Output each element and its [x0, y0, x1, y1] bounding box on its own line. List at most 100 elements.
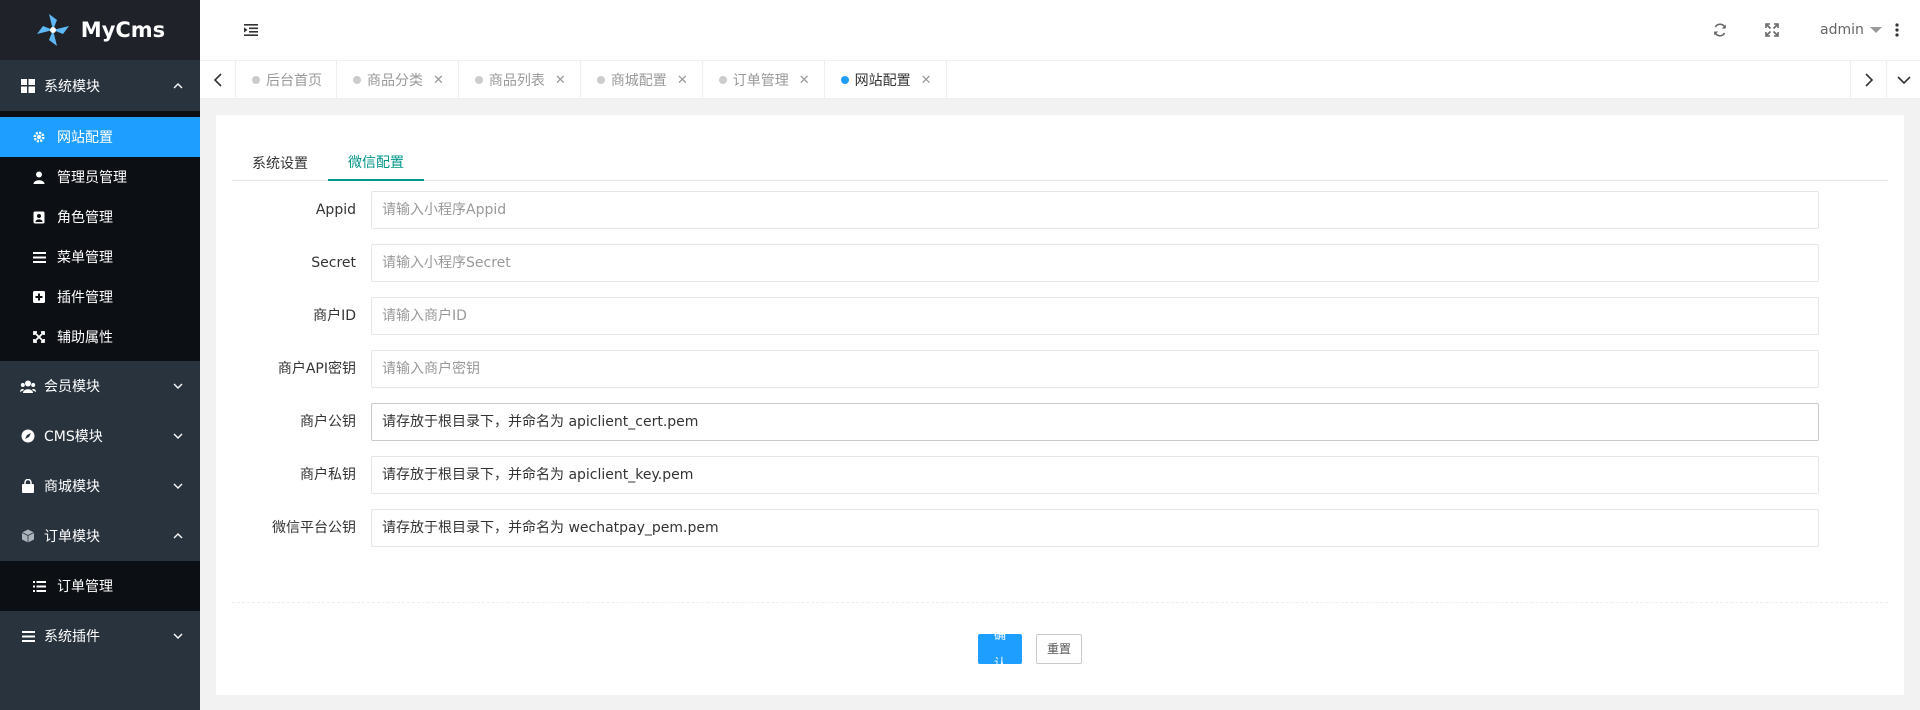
form-divider: [232, 602, 1888, 603]
sidebar-group-label: 订单模块: [44, 529, 100, 545]
logo-text: MyCms: [80, 18, 166, 42]
tab-label: 商品分类: [367, 73, 423, 89]
chevron-down-icon: [173, 383, 183, 389]
api-key-input[interactable]: [371, 350, 1819, 388]
sidebar-group-system[interactable]: 系统模块: [0, 61, 200, 111]
private-key-field[interactable]: 请存放于根目录下，并命名为 apiclient_key.pem: [371, 456, 1819, 494]
tab-dot: [596, 76, 605, 84]
sidebar-group-label: 系统模块: [44, 79, 100, 95]
form-row-platform-key: 微信平台公钥 请存放于根目录下，并命名为 wechatpay_pem.pem: [216, 509, 1904, 547]
tab-system-settings[interactable]: 系统设置: [232, 145, 328, 181]
form-label: Secret: [311, 255, 356, 271]
logo[interactable]: MyCms: [0, 0, 200, 60]
sidebar: MyCms 系统模块 网站配置 管理员管理 角色管理 菜单管理 插件管理 辅助属…: [0, 0, 200, 710]
form-label: 微信平台公钥: [272, 520, 356, 536]
collapse-sidebar-icon[interactable]: [244, 24, 258, 36]
user-menu[interactable]: admin: [1820, 22, 1882, 38]
close-icon[interactable]: ✕: [799, 73, 810, 88]
chevron-up-icon: [173, 533, 183, 539]
chevron-down-icon: [173, 633, 183, 639]
tab-category[interactable]: 商品分类 ✕: [337, 61, 459, 99]
sidebar-group-sys-plugin[interactable]: 系统插件: [0, 611, 200, 661]
tab-dot: [353, 76, 361, 84]
menu-icon: [32, 250, 46, 264]
form-label: 商户ID: [313, 308, 356, 324]
content-card: 系统设置 微信配置 Appid Secret 商户ID 商户API密钥 商户公钥…: [216, 115, 1904, 695]
sidebar-item-label: 辅助属性: [57, 330, 113, 346]
tabs-scroll-right-button[interactable]: [1850, 61, 1886, 99]
sidebar-group-member[interactable]: 会员模块: [0, 361, 200, 411]
gear-icon: [32, 130, 46, 144]
list-icon: [32, 579, 46, 593]
tab-order-manage[interactable]: 订单管理 ✕: [703, 61, 825, 99]
chevron-up-icon: [173, 83, 183, 89]
form-row-appid: Appid: [216, 191, 1904, 229]
tab-label: 订单管理: [732, 73, 789, 89]
tab-label: 商品列表: [488, 73, 545, 89]
tab-label: 网站配置: [854, 73, 911, 89]
users-icon: [20, 378, 36, 394]
sidebar-group-cms[interactable]: CMS模块: [0, 411, 200, 461]
sidebar-group-label: CMS模块: [44, 429, 103, 445]
sidebar-group-label: 系统插件: [44, 629, 100, 645]
chevron-down-icon: [173, 483, 183, 489]
sidebar-item-site-config[interactable]: 网站配置: [0, 117, 200, 157]
tab-wechat-config[interactable]: 微信配置: [328, 145, 424, 181]
form-label: 商户公钥: [300, 414, 356, 430]
bars-icon: [20, 628, 36, 644]
sidebar-item-attribute[interactable]: 辅助属性: [0, 317, 200, 357]
form-row-secret: Secret: [216, 244, 1904, 282]
close-icon[interactable]: ✕: [677, 73, 688, 88]
top-header: admin: [200, 0, 1920, 61]
page-tabs: 后台首页 商品分类 ✕ 商品列表 ✕ 商城配置 ✕ 订单管理 ✕ 网站配置 ✕: [236, 61, 947, 99]
chevron-left-icon: [213, 73, 222, 87]
more-vertical-icon[interactable]: [1895, 23, 1899, 37]
refresh-icon[interactable]: [1713, 23, 1727, 37]
form-label: Appid: [315, 202, 356, 218]
form-row-merchant-id: 商户ID: [216, 297, 1904, 335]
tab-dot: [474, 76, 483, 84]
sidebar-item-menu[interactable]: 菜单管理: [0, 237, 200, 277]
tab-dot: [718, 76, 727, 84]
fullscreen-icon[interactable]: [1765, 23, 1779, 37]
submenu-system: 网站配置 管理员管理 角色管理 菜单管理 插件管理 辅助属性: [0, 111, 200, 361]
sidebar-group-label: 会员模块: [44, 379, 100, 395]
sidebar-item-label: 管理员管理: [57, 170, 127, 186]
tab-dot: [252, 76, 260, 84]
close-icon[interactable]: ✕: [921, 73, 932, 88]
sidebar-group-mall[interactable]: 商城模块: [0, 461, 200, 511]
tabs-scroll-left-button[interactable]: [200, 61, 236, 99]
close-icon[interactable]: ✕: [433, 73, 444, 88]
sidebar-item-label: 订单管理: [57, 579, 113, 595]
secret-input[interactable]: [371, 244, 1819, 282]
tab-site-config[interactable]: 网站配置 ✕: [825, 61, 947, 99]
sidebar-group-order[interactable]: 订单模块: [0, 511, 200, 561]
sidebar-item-role[interactable]: 角色管理: [0, 197, 200, 237]
sidebar-item-order-manage[interactable]: 订单管理: [0, 566, 200, 606]
shopping-bag-icon: [20, 478, 36, 494]
sidebar-item-plugin[interactable]: 插件管理: [0, 277, 200, 317]
logo-icon: [36, 14, 69, 46]
tab-mall-config[interactable]: 商城配置 ✕: [581, 61, 703, 99]
tab-product-list[interactable]: 商品列表 ✕: [459, 61, 581, 99]
appid-input[interactable]: [371, 191, 1819, 229]
reset-button[interactable]: 重置: [1036, 634, 1082, 664]
user-icon: [32, 170, 46, 184]
public-key-field[interactable]: 请存放于根目录下，并命名为 apiclient_cert.pem: [371, 403, 1819, 441]
tab-label: 商城配置: [610, 73, 667, 89]
tabs-menu-button[interactable]: [1886, 61, 1920, 99]
close-icon[interactable]: ✕: [555, 73, 566, 88]
sidebar-item-admin[interactable]: 管理员管理: [0, 157, 200, 197]
confirm-button[interactable]: 确认: [978, 628, 1022, 670]
compass-icon: [20, 428, 36, 444]
merchant-id-input[interactable]: [371, 297, 1819, 335]
windows-icon: [20, 78, 36, 94]
platform-key-field[interactable]: 请存放于根目录下，并命名为 wechatpay_pem.pem: [371, 509, 1819, 547]
form-row-private-key: 商户私钥 请存放于根目录下，并命名为 apiclient_key.pem: [216, 456, 1904, 494]
page-tabs-bar: 后台首页 商品分类 ✕ 商品列表 ✕ 商城配置 ✕ 订单管理 ✕ 网站配置 ✕: [200, 61, 1920, 99]
tab-home[interactable]: 后台首页: [236, 61, 337, 99]
form-label: 商户API密钥: [277, 361, 356, 377]
chevron-right-icon: [1864, 73, 1873, 87]
sidebar-item-label: 插件管理: [57, 290, 113, 306]
form-label: 商户私钥: [300, 467, 356, 483]
